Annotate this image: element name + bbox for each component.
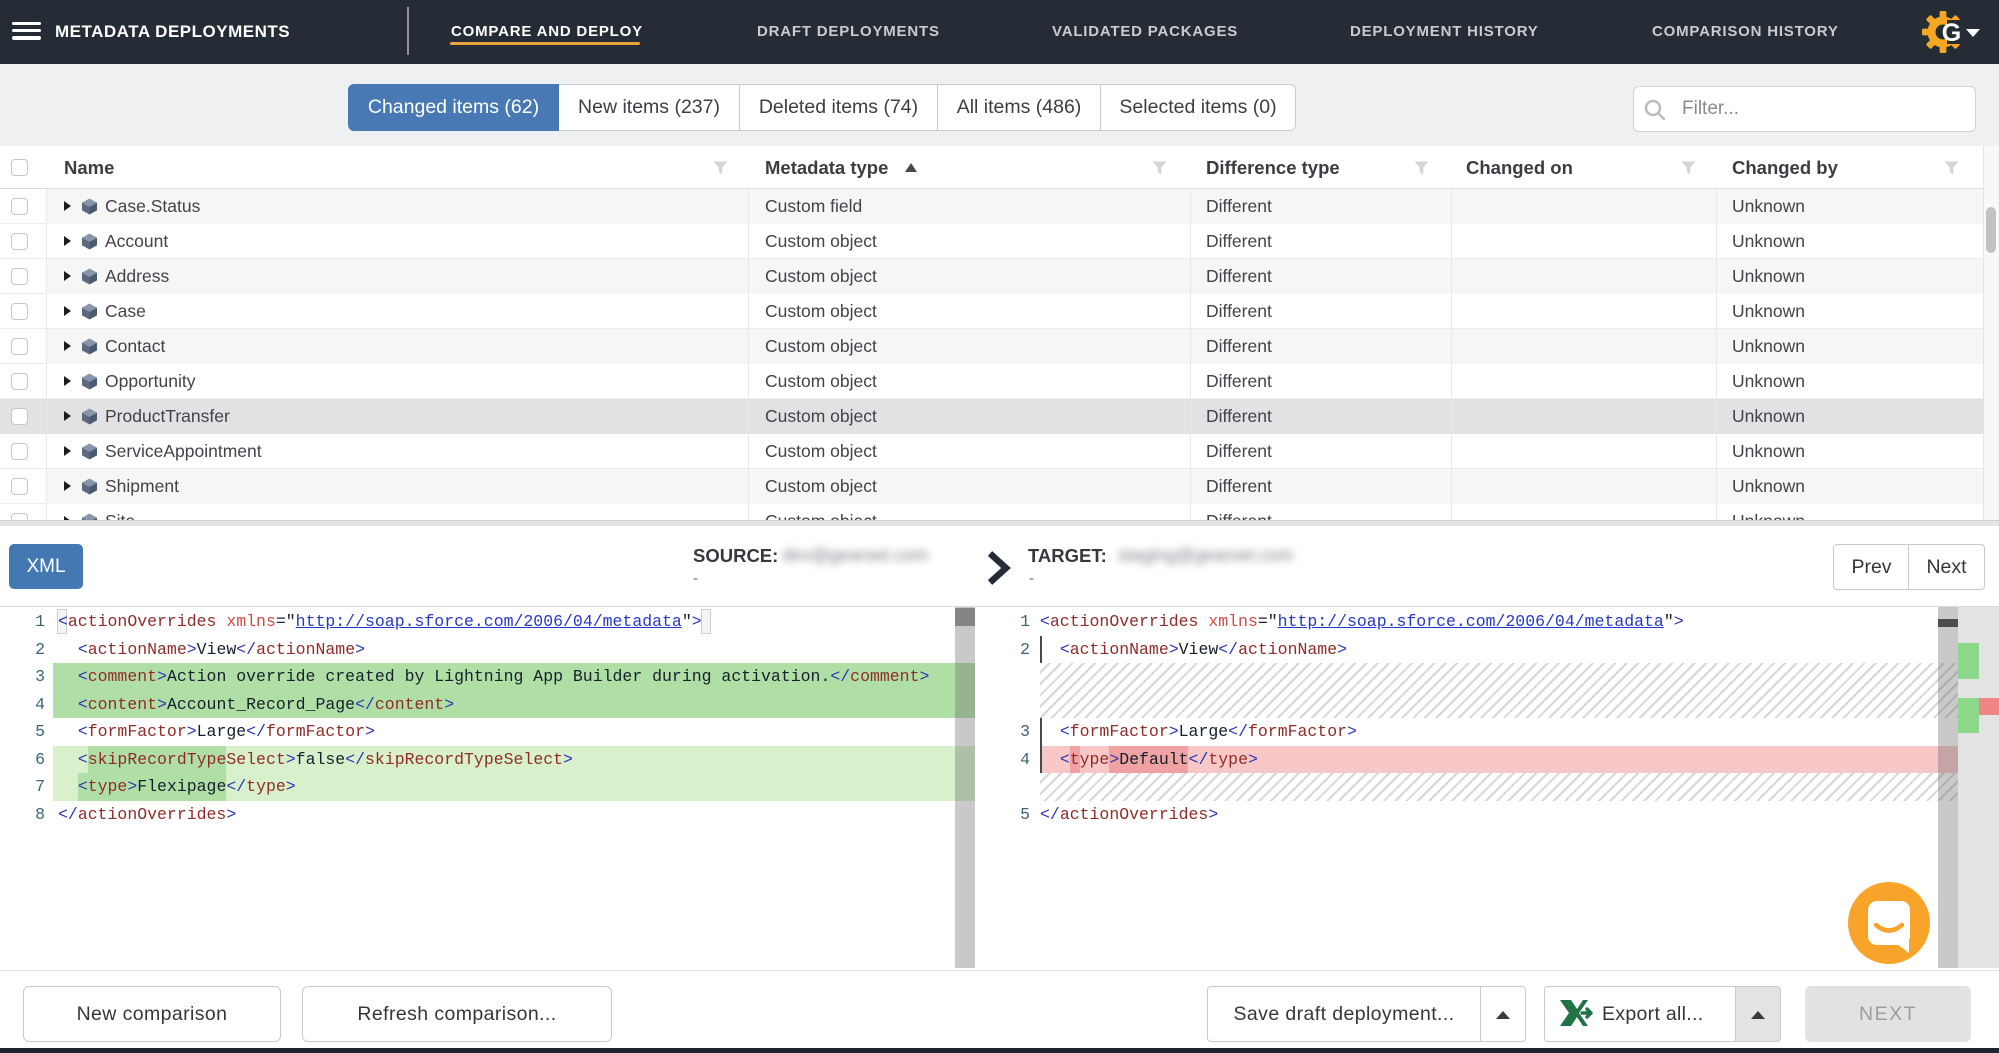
svg-text:G: G — [1942, 19, 1961, 47]
